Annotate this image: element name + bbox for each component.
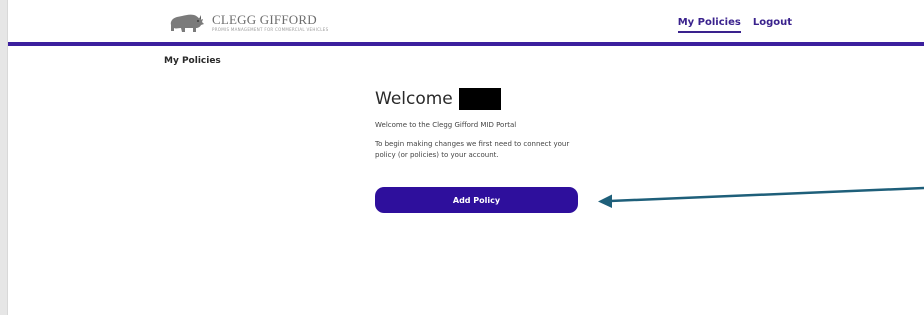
rhino-icon xyxy=(170,14,204,32)
clegg-gifford-logo[interactable]: CLEGG GIFFORD PROMIS MANAGEMENT FOR COMM… xyxy=(168,9,328,35)
site-header: CLEGG GIFFORD PROMIS MANAGEMENT FOR COMM… xyxy=(8,0,924,46)
window-left-edge xyxy=(0,0,8,315)
nav-logout[interactable]: Logout xyxy=(753,17,792,33)
welcome-label: Welcome xyxy=(375,89,453,109)
annotation-arrow-head xyxy=(598,194,612,208)
instruction-text: To begin making changes we first need to… xyxy=(375,140,570,159)
breadcrumb: My Policies xyxy=(164,56,221,66)
add-policy-button[interactable]: Add Policy xyxy=(375,187,578,213)
annotation-arrow-shaft xyxy=(609,186,924,203)
welcome-panel: Welcome Welcome to the Clegg Gifford MID… xyxy=(375,88,615,213)
nav-my-policies[interactable]: My Policies xyxy=(677,17,741,33)
redacted-username xyxy=(458,88,501,110)
top-nav: My Policies Logout xyxy=(677,17,792,33)
intro-text: Welcome to the Clegg Gifford MID Portal xyxy=(375,121,517,129)
logo-name: CLEGG GIFFORD xyxy=(212,11,317,27)
welcome-heading: Welcome xyxy=(375,88,615,110)
logo-tagline: PROMIS MANAGEMENT FOR COMMERCIAL VEHICLE… xyxy=(212,26,329,32)
